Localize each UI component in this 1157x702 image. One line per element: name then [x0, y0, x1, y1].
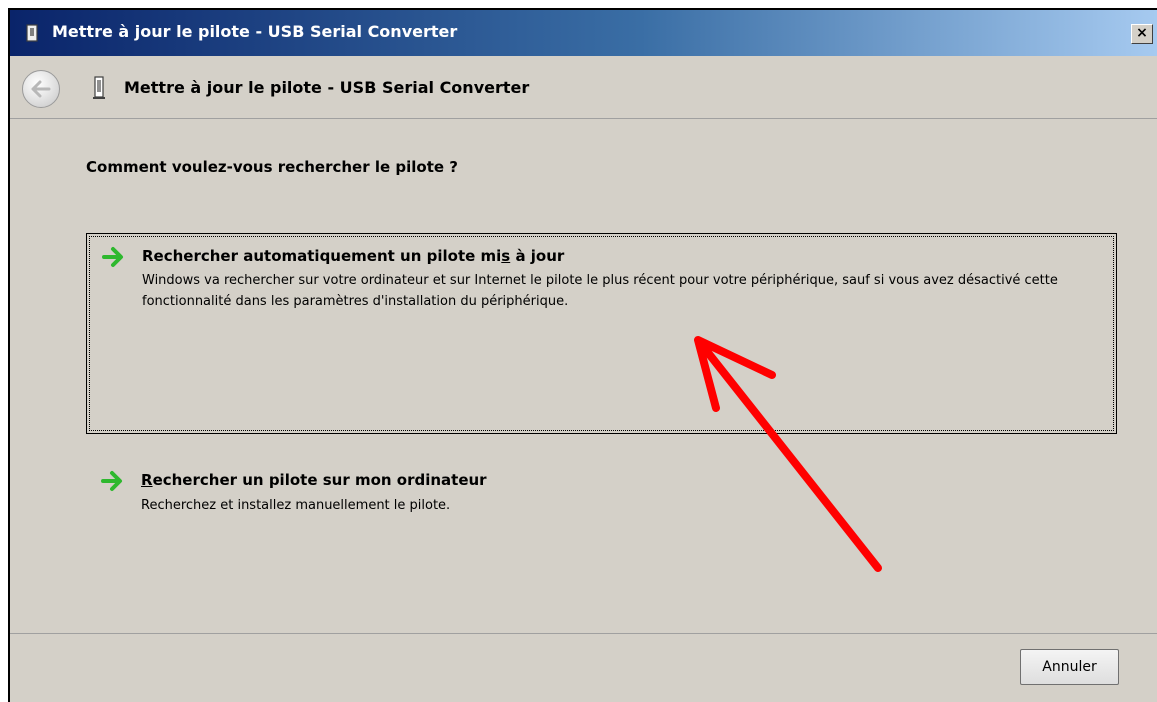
option-description: Recherchez et installez manuellement le …: [141, 498, 451, 513]
option-search-automatically[interactable]: Rechercher automatiquement un pilote mis…: [86, 233, 1117, 434]
green-arrow-icon: [101, 470, 127, 492]
back-button[interactable]: [22, 70, 60, 108]
driver-update-dialog: Mettre à jour le pilote - USB Serial Con…: [8, 8, 1157, 702]
title-bar[interactable]: Mettre à jour le pilote - USB Serial Con…: [10, 10, 1157, 56]
option-description: Windows va rechercher sur votre ordinate…: [142, 273, 1058, 309]
option-title: Rechercher automatiquement un pilote mis…: [142, 247, 564, 265]
wizard-title: Mettre à jour le pilote - USB Serial Con…: [124, 78, 530, 97]
option-title-text-end: echercher un pilote sur mon ordinateur: [152, 471, 487, 489]
option-title-text: Rechercher automatiquement un pilote mi: [142, 247, 502, 265]
usb-device-icon: [92, 76, 106, 100]
wizard-content: Comment voulez-vous rechercher le pilote…: [10, 118, 1157, 634]
accelerator-key: s: [501, 247, 511, 265]
option-title-text-end: à jour: [510, 247, 565, 265]
accelerator-key: R: [141, 471, 153, 489]
page-heading: Comment voulez-vous rechercher le pilote…: [86, 158, 458, 176]
window-title: Mettre à jour le pilote - USB Serial Con…: [52, 22, 458, 41]
cancel-button[interactable]: Annuler: [1020, 649, 1119, 685]
navigation-bar: Mettre à jour le pilote - USB Serial Con…: [10, 56, 1157, 118]
close-button[interactable]: ×: [1131, 24, 1153, 44]
option-browse-computer[interactable]: Rechercher un pilote sur mon ordinateur …: [86, 464, 1117, 524]
green-arrow-icon: [102, 246, 128, 268]
usb-device-icon: [24, 24, 40, 42]
option-title: Rechercher un pilote sur mon ordinateur: [141, 471, 487, 489]
